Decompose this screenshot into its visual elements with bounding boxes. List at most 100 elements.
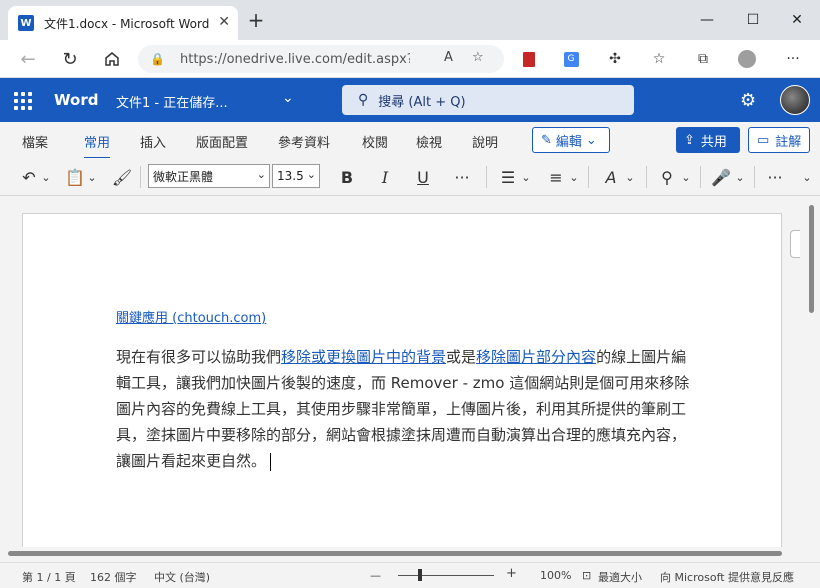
zoom-out-button[interactable]: — (370, 569, 381, 582)
tab-home[interactable]: 常用 (84, 132, 111, 159)
formatting-toolbar: ↶ ⌄ 📋 ⌄ 🖌 微軟正黑體 ⌄ 13.5 ⌄ B I U ··· ☰ ⌄ ≡… (0, 158, 820, 196)
tab-strip: W 文件1.docx - Microsoft Word Online ✕ + —… (0, 0, 820, 40)
find-icon[interactable]: ⚲ (656, 166, 678, 188)
tab-view[interactable]: 檢視 (416, 132, 442, 151)
content-removal-link[interactable]: 移除圖片部分內容 (476, 348, 596, 366)
favorite-star-icon[interactable]: ☆ (472, 50, 484, 65)
tab-title: 文件1.docx - Microsoft Word Online (44, 16, 212, 31)
gear-icon[interactable]: ⚙ (740, 90, 756, 111)
tab-insert[interactable]: 插入 (140, 132, 166, 151)
paragraph-text: 現在有很多可以協助我們 (116, 348, 282, 366)
more-font-options-button[interactable]: ··· (448, 166, 476, 188)
status-bar: 第 1 / 1 頁 162 個字 中文 (台灣) — + 100% ⊡ 最適大小… (0, 562, 820, 588)
puzzle-extensions-icon[interactable]: ✣ (606, 50, 624, 68)
format-painter-icon[interactable]: 🖌 (110, 166, 134, 188)
close-window-button[interactable]: ✕ (782, 6, 812, 34)
profile-icon[interactable] (738, 50, 756, 68)
search-input[interactable]: ⚲ 搜尋 (Alt + Q) (342, 85, 634, 115)
tab-layout[interactable]: 版面配置 (196, 132, 248, 151)
translate-extension-icon[interactable]: G (562, 50, 580, 68)
styles-icon[interactable]: A (600, 166, 622, 188)
search-placeholder: 搜尋 (Alt + Q) (378, 94, 466, 110)
chevron-down-icon[interactable]: ⌄ (86, 166, 98, 188)
chevron-down-icon[interactable]: ⌄ (624, 166, 636, 188)
underline-button[interactable]: U (412, 166, 434, 188)
chevron-down-icon[interactable]: ⌄ (520, 166, 532, 188)
comment-icon: ▭ (757, 132, 770, 148)
chevron-down-icon: ⌄ (306, 168, 316, 181)
editing-mode-label: 編輯 (555, 134, 582, 150)
read-aloud-icon[interactable]: A (444, 50, 453, 65)
text-cursor (270, 452, 272, 471)
avatar[interactable] (780, 85, 810, 115)
italic-button[interactable]: I (374, 166, 396, 188)
share-icon: ⇪ (684, 132, 695, 148)
chevron-down-icon[interactable]: ⌄ (734, 166, 746, 188)
favorites-list-icon[interactable]: ☆ (650, 50, 668, 68)
tab-close-icon[interactable]: ✕ (218, 14, 230, 30)
background-removal-link[interactable]: 移除或更換圖片中的背景 (281, 348, 446, 366)
url-text: https://onedrive.live.com/edit.aspx?resi… (180, 51, 410, 67)
tab-review[interactable]: 校閱 (362, 132, 388, 151)
body-paragraph[interactable]: 現在有很多可以協助我們移除或更換圖片中的背景或是移除圖片部分內容的線上圖片編輯工… (116, 344, 696, 474)
side-pane-tab[interactable] (790, 230, 800, 258)
zoom-in-button[interactable]: + (506, 566, 517, 581)
word-favicon-icon: W (18, 15, 34, 31)
bookmark-extension-icon[interactable] (520, 50, 538, 68)
chevron-down-icon[interactable]: ⌄ (568, 166, 580, 188)
fit-icon[interactable]: ⊡ (582, 569, 591, 582)
url-field[interactable]: 🔒 https://onedrive.live.com/edit.aspx?re… (138, 45, 504, 73)
zoom-slider-thumb[interactable] (418, 569, 422, 581)
feedback-link[interactable]: 向 Microsoft 提供意見反應 (660, 569, 794, 585)
undo-icon[interactable]: ↶ (18, 166, 40, 188)
vertical-scrollbar[interactable] (806, 197, 820, 547)
document-title[interactable]: 文件1 - 正在儲存... (116, 92, 228, 111)
dictate-microphone-icon[interactable]: 🎤 (710, 166, 732, 188)
collections-icon[interactable]: ⧉ (694, 50, 712, 68)
horizontal-scrollbar[interactable] (0, 547, 820, 561)
chevron-down-icon[interactable]: ⌄ (680, 166, 692, 188)
font-size-select[interactable]: 13.5 ⌄ (272, 164, 320, 188)
toolbar-divider (588, 166, 589, 188)
expand-ribbon-icon[interactable]: ⌄ (800, 166, 814, 188)
app-name[interactable]: Word (54, 91, 98, 109)
maximize-button[interactable]: ☐ (738, 6, 768, 34)
chevron-down-icon: ⌄ (585, 132, 597, 148)
share-button[interactable]: ⇪ 共用 (676, 127, 740, 153)
horizontal-scroll-thumb[interactable] (8, 551, 782, 556)
word-count[interactable]: 162 個字 (90, 569, 137, 585)
tab-help[interactable]: 說明 (472, 132, 498, 151)
clipboard-icon[interactable]: 📋 (64, 166, 86, 188)
source-link[interactable]: 關鍵應用 (chtouch.com) (116, 307, 266, 326)
chevron-down-icon[interactable]: ⌄ (40, 166, 52, 188)
chevron-down-icon[interactable]: ⌄ (282, 90, 294, 106)
best-fit-label[interactable]: 最適大小 (598, 569, 642, 585)
align-icon[interactable]: ≡ (544, 166, 568, 188)
minimize-button[interactable]: — (692, 6, 722, 34)
app-launcher-icon[interactable] (14, 92, 32, 110)
bold-button[interactable]: B (336, 166, 358, 188)
more-options-icon[interactable]: ··· (762, 166, 788, 188)
back-arrow-icon[interactable]: ← (16, 48, 40, 70)
editing-mode-button[interactable]: ✎ 編輯 ⌄ (532, 127, 610, 153)
language-indicator[interactable]: 中文 (台灣) (154, 569, 210, 585)
browser-tab[interactable]: W 文件1.docx - Microsoft Word Online ✕ (8, 6, 238, 40)
tab-references[interactable]: 參考資料 (278, 132, 330, 151)
address-bar: ← ↻ 🔒 https://onedrive.live.com/edit.asp… (0, 40, 820, 78)
toolbar-divider (140, 166, 141, 188)
refresh-icon[interactable]: ↻ (58, 48, 82, 70)
font-name-select[interactable]: 微軟正黑體 ⌄ (148, 164, 270, 188)
zoom-slider-track[interactable] (398, 575, 494, 576)
tab-file[interactable]: 檔案 (22, 132, 48, 151)
comments-button[interactable]: ▭ 註解 (748, 127, 810, 153)
document-page[interactable]: 關鍵應用 (chtouch.com) 現在有很多可以協助我們移除或更換圖片中的背… (22, 213, 782, 547)
home-icon[interactable] (100, 48, 124, 70)
document-canvas: 關鍵應用 (chtouch.com) 現在有很多可以協助我們移除或更換圖片中的背… (0, 197, 806, 547)
lock-icon: 🔒 (150, 52, 165, 66)
more-menu-icon[interactable]: ··· (784, 50, 802, 68)
new-tab-button[interactable]: + (244, 8, 268, 32)
font-size-value: 13.5 (277, 169, 304, 183)
vertical-scroll-thumb[interactable] (809, 205, 814, 313)
zoom-level[interactable]: 100% (540, 569, 571, 582)
bullet-list-icon[interactable]: ☰ (496, 166, 520, 188)
